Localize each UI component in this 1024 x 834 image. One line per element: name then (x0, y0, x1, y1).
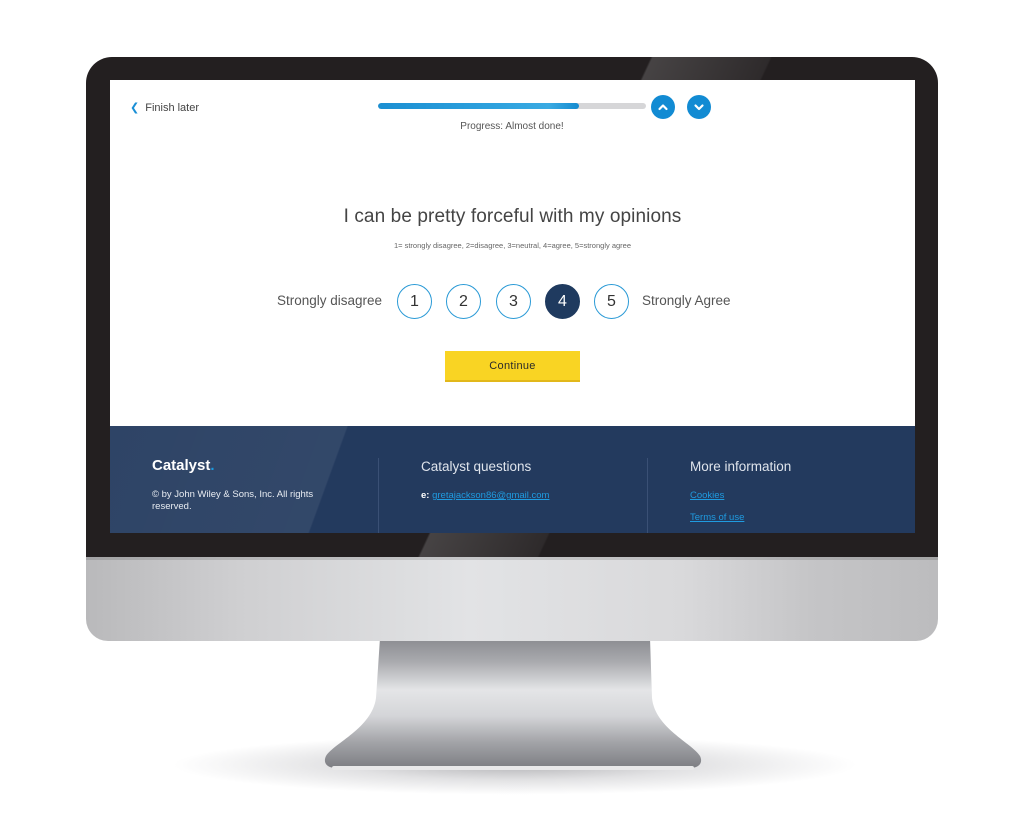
footer-divider (378, 458, 379, 533)
rating-label-right: Strongly Agree (642, 293, 731, 308)
footer-texture (110, 426, 400, 533)
previous-question-button[interactable] (651, 95, 675, 119)
more-information-heading: More information (690, 459, 792, 474)
rating-scale: Strongly disagree 1 2 3 4 5 Strongly Agr… (110, 284, 915, 320)
contact-email: e: gretajackson86@gmail.com (421, 490, 549, 501)
terms-of-use-link[interactable]: Terms of use (690, 512, 744, 523)
email-label: e: (421, 490, 430, 501)
finish-later-label: Finish later (145, 101, 200, 114)
cookies-link[interactable]: Cookies (690, 490, 724, 501)
copyright-text: © by John Wiley & Sons, Inc. All rights … (152, 489, 314, 512)
chevron-left-icon: ❮ (130, 102, 140, 114)
chevron-up-icon (658, 104, 668, 111)
question-text: I can be pretty forceful with my opinion… (343, 206, 682, 227)
logo-text: Catalyst (152, 457, 211, 474)
progress-fill (378, 103, 579, 109)
rating-option-2[interactable]: 2 (446, 284, 481, 319)
progress-label: Progress: Almost done! (460, 121, 564, 132)
monitor-chin (86, 557, 938, 641)
monitor-stand (324, 638, 702, 770)
rating-option-3[interactable]: 3 (496, 284, 531, 319)
catalyst-logo: Catalyst. (152, 457, 215, 474)
rating-label-left: Strongly disagree (276, 293, 382, 308)
catalyst-questions-heading: Catalyst questions (421, 459, 532, 474)
survey-screen: ❮ Finish later Progress: Almost done! I … (110, 80, 915, 533)
logo-dot: . (210, 457, 215, 474)
chevron-down-icon (694, 104, 704, 111)
email-link[interactable]: gretajackson86@gmail.com (432, 490, 549, 501)
rating-option-4[interactable]: 4 (545, 284, 580, 319)
rating-option-5[interactable]: 5 (594, 284, 629, 319)
scale-hint: 1= strongly disagree, 2=disagree, 3=neut… (393, 241, 632, 250)
rating-option-1[interactable]: 1 (397, 284, 432, 319)
finish-later-link[interactable]: ❮ Finish later (130, 101, 200, 115)
footer-divider (647, 458, 648, 533)
next-question-button[interactable] (687, 95, 711, 119)
footer: Catalyst. © by John Wiley & Sons, Inc. A… (110, 426, 915, 533)
progress-bar (378, 103, 646, 109)
continue-button[interactable]: Continue (445, 351, 580, 382)
